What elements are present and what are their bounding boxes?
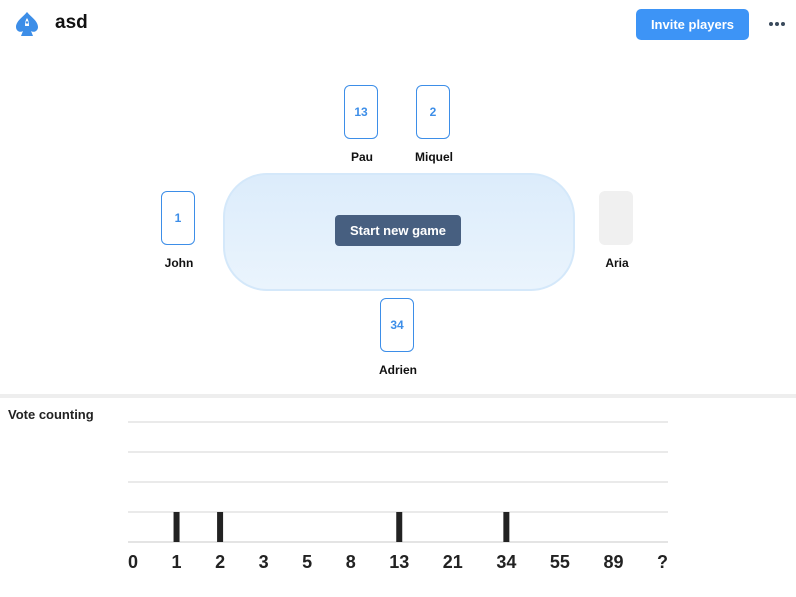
section-divider bbox=[0, 394, 796, 398]
x-tick-label: 2 bbox=[215, 552, 225, 572]
vote-bar bbox=[396, 512, 403, 542]
player-name: Pau bbox=[350, 150, 373, 164]
x-tick-label: 1 bbox=[172, 552, 182, 572]
x-tick-label: 13 bbox=[389, 552, 409, 572]
invite-players-button[interactable]: Invite players bbox=[636, 9, 749, 40]
x-tick-label: 0 bbox=[128, 552, 138, 572]
vote-bar bbox=[217, 512, 224, 542]
spade-rocket-icon[interactable] bbox=[14, 11, 40, 37]
x-tick-label: 21 bbox=[443, 552, 463, 572]
player-card-empty bbox=[599, 191, 633, 245]
more-horizontal-icon[interactable] bbox=[766, 14, 788, 34]
player-name: Miquel bbox=[415, 150, 453, 164]
x-tick-label: 5 bbox=[302, 552, 312, 572]
page-title: asd bbox=[55, 12, 88, 33]
x-tick-label: 55 bbox=[550, 552, 570, 572]
x-tick-label: ? bbox=[657, 552, 668, 572]
app-header: asd Invite players bbox=[0, 0, 796, 50]
player-card: 34 bbox=[380, 298, 414, 352]
x-tick-label: 89 bbox=[603, 552, 623, 572]
x-tick-label: 34 bbox=[496, 552, 516, 572]
player-name: John bbox=[164, 256, 194, 270]
vote-bar bbox=[173, 512, 180, 542]
player-card: 13 bbox=[344, 85, 378, 139]
player-card: 1 bbox=[161, 191, 195, 245]
player-card: 2 bbox=[416, 85, 450, 139]
player-name: Adrien bbox=[378, 363, 417, 377]
x-tick-label: 8 bbox=[346, 552, 356, 572]
vote-chart: 0 1 2 3 5 8 13 21 34 55 89? bbox=[128, 421, 668, 572]
vote-bar bbox=[503, 512, 510, 542]
player-name: Aria bbox=[605, 256, 629, 270]
x-tick-label: 3 bbox=[259, 552, 269, 572]
start-new-game-button[interactable]: Start new game bbox=[335, 215, 461, 246]
